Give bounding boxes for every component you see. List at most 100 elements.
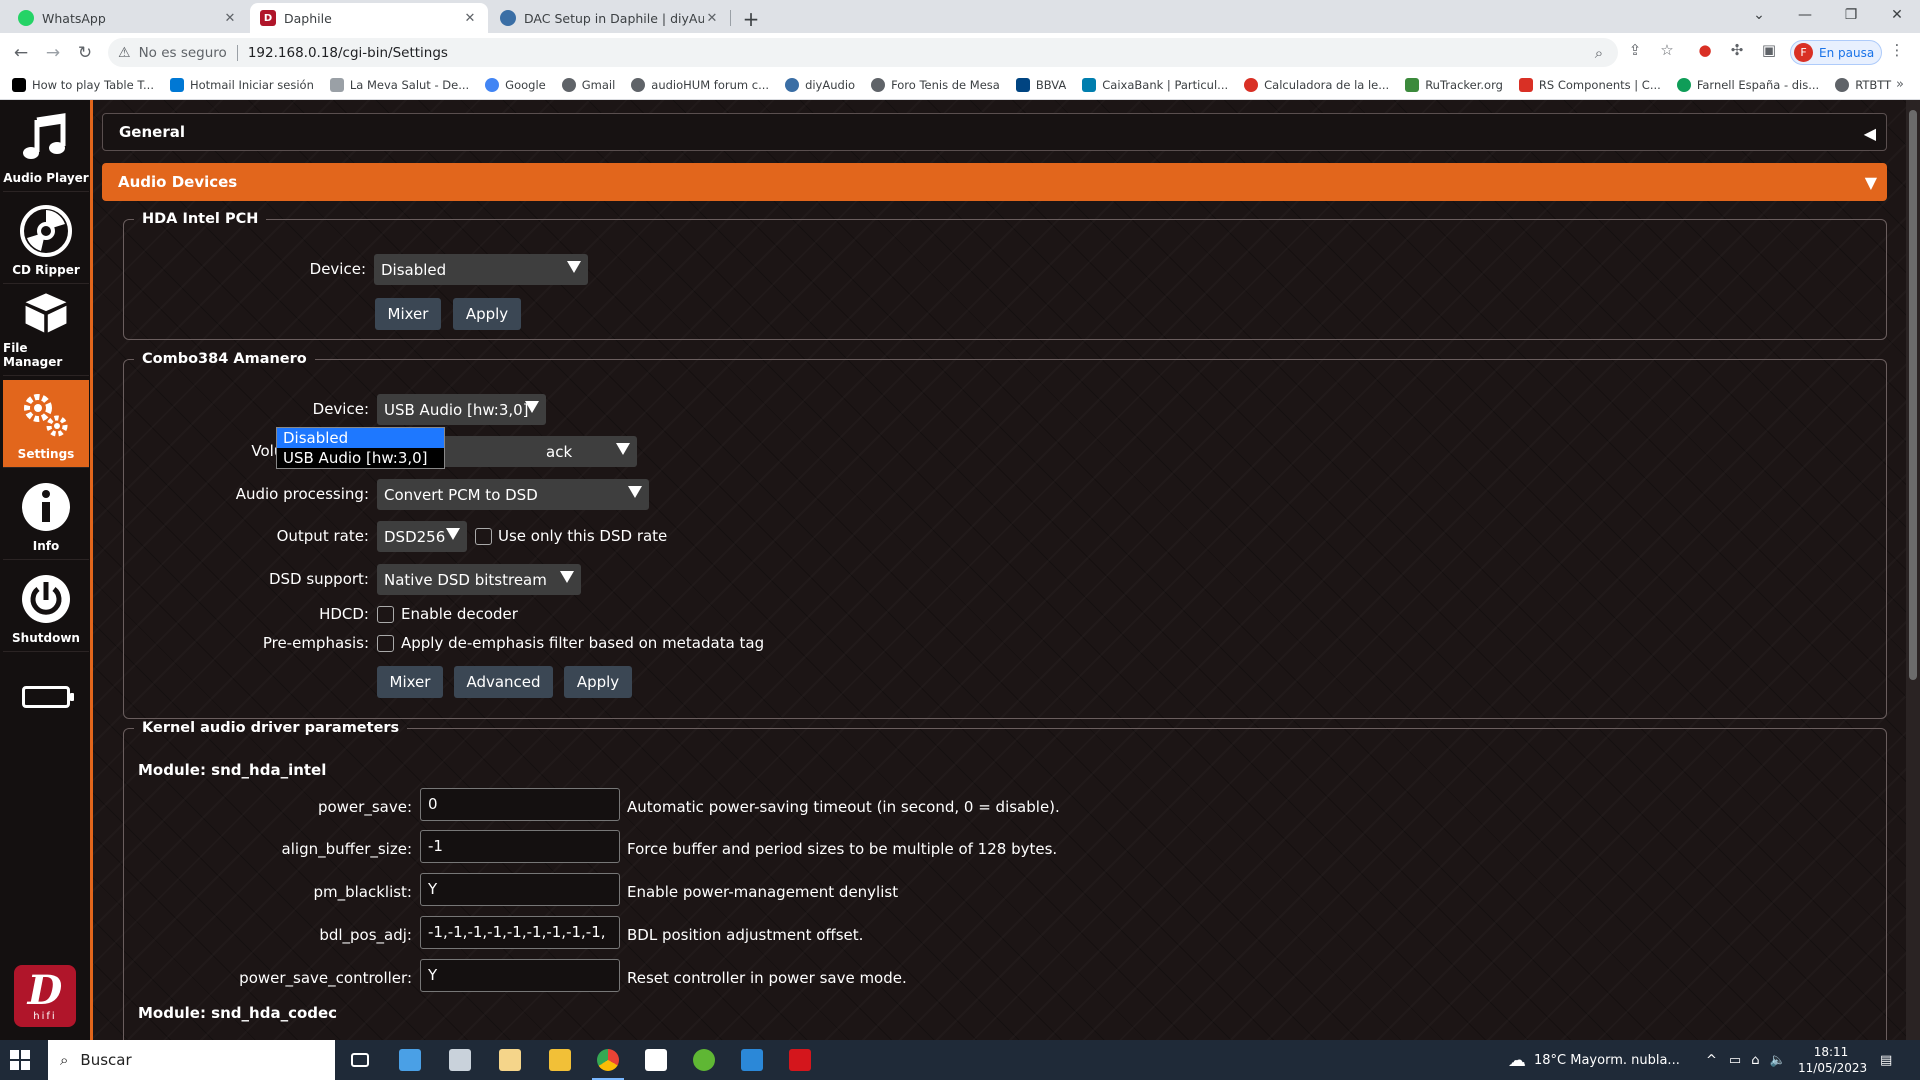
bookmark[interactable]: La Meva Salut - De... [329, 78, 469, 92]
bookmark[interactable]: CaixaBank | Particul... [1082, 78, 1228, 92]
bookmark[interactable]: Hotmail Iniciar sesión [169, 78, 314, 92]
dropdown-option-usb-audio[interactable]: USB Audio [hw:3,0] [277, 448, 444, 468]
dsd-support-select[interactable]: Native DSD bitstream [377, 564, 581, 595]
menu-icon[interactable]: ⋮ [1886, 41, 1908, 59]
bookmark[interactable]: RTBTT [1835, 78, 1891, 92]
address-bar[interactable]: ⚠ No es seguro 192.168.0.18/cgi-bin/Sett… [108, 38, 1618, 67]
minimize-icon[interactable]: — [1782, 0, 1828, 33]
pre-emphasis-checkbox[interactable] [377, 635, 394, 652]
logo-text: hifi [33, 1010, 57, 1022]
combo-advanced-button[interactable]: Advanced [454, 666, 553, 698]
tab-search-icon[interactable]: ⌄ [1736, 0, 1782, 33]
url-text[interactable]: 192.168.0.18/cgi-bin/Settings [248, 45, 448, 61]
utorrent-icon[interactable] [684, 1045, 724, 1075]
dsd-rate-checkbox[interactable] [475, 528, 492, 545]
bookmark[interactable]: audioHUM forum c... [631, 78, 769, 92]
bookmark[interactable]: Gmail [561, 78, 615, 92]
acrobat-icon[interactable] [780, 1045, 820, 1075]
audio-processing-select[interactable]: Convert PCM to DSD [377, 479, 649, 510]
extensions-icon[interactable]: ✣ [1726, 41, 1748, 59]
forward-arrow-icon[interactable]: → [40, 40, 66, 66]
reload-icon[interactable]: ↻ [72, 40, 98, 66]
bookmark[interactable]: Foro Tenis de Mesa [871, 78, 1000, 92]
nav-label: Audio Player [3, 171, 89, 185]
notepad-icon[interactable] [490, 1045, 530, 1075]
align-buffer-size-input[interactable]: -1 [420, 830, 620, 863]
7zip-icon[interactable] [636, 1045, 676, 1075]
bookmark[interactable]: How to play Table T... [12, 78, 154, 92]
close-icon[interactable]: ✕ [222, 11, 238, 26]
hda-apply-button[interactable]: Apply [453, 298, 521, 330]
window-close-icon[interactable]: ✕ [1874, 0, 1920, 33]
nav-label: Settings [17, 447, 75, 461]
triangle-down-icon: ▼ [1864, 173, 1877, 192]
store-icon[interactable] [390, 1045, 430, 1075]
pm-blacklist-input[interactable]: Y [420, 873, 620, 906]
hdcd-checkbox[interactable] [377, 606, 394, 623]
taskbar-clock[interactable]: 18:11 11/05/2023 [1798, 1044, 1867, 1076]
bookmark[interactable]: Farnell España - dis... [1676, 78, 1819, 92]
nav-cd-ripper[interactable]: CD Ripper [3, 196, 89, 284]
output-rate-select[interactable]: DSD256 [377, 521, 467, 552]
profile-button[interactable]: F En pausa [1790, 40, 1882, 65]
nav-audio-player[interactable]: Audio Player [3, 104, 89, 192]
file-explorer-icon[interactable] [540, 1045, 580, 1075]
bookmark[interactable]: Google [485, 78, 546, 92]
windows-start-icon[interactable] [10, 1050, 30, 1070]
close-icon[interactable]: ✕ [462, 11, 478, 26]
combo-device-select[interactable]: USB Audio [hw:3,0] [377, 394, 546, 425]
share-icon[interactable]: ⇪ [1624, 41, 1646, 59]
select-value: DSD256 [384, 527, 446, 546]
weather-widget[interactable]: ☁ 18°C Mayorm. nubla... [1508, 1040, 1680, 1080]
power-save-input[interactable]: 0 [420, 788, 620, 821]
bookmark[interactable]: RuTracker.org [1405, 78, 1503, 92]
page-scrollbar[interactable] [1906, 100, 1920, 1040]
photos-icon[interactable] [732, 1045, 772, 1075]
bdl-pos-adj-input[interactable]: -1,-1,-1,-1,-1,-1,-1,-1,-1, [420, 916, 620, 949]
hda-device-select[interactable]: Disabled [374, 254, 588, 285]
power-save-controller-input[interactable]: Y [420, 959, 620, 992]
scrollbar-thumb[interactable] [1909, 110, 1917, 680]
combo-apply-button[interactable]: Apply [564, 666, 632, 698]
audio-devices-section-header[interactable]: Audio Devices ▼ [102, 163, 1887, 201]
network-icon[interactable]: ▭ [1729, 1053, 1741, 1068]
hda-mixer-button[interactable]: Mixer [375, 298, 441, 330]
combo-mixer-button[interactable]: Mixer [377, 666, 443, 698]
bookmark[interactable]: diyAudio [785, 78, 855, 92]
restore-icon[interactable]: ❐ [1828, 0, 1874, 33]
opera-extension-icon[interactable]: ● [1694, 41, 1716, 59]
volume-icon[interactable]: 🔈 [1769, 1053, 1785, 1068]
bookmark[interactable]: BBVA [1015, 78, 1066, 92]
bookmark-label: RuTracker.org [1425, 78, 1503, 92]
nav-file-manager[interactable]: File Manager [3, 288, 89, 376]
param-label: bdl_pos_adj: [319, 926, 412, 944]
tab-diyaudio[interactable]: DAC Setup in Daphile | diyAudio ✕ [490, 3, 730, 33]
tab-daphile[interactable]: D Daphile ✕ [250, 3, 488, 33]
back-arrow-icon[interactable]: ← [8, 40, 34, 66]
kernel-params-group: Kernel audio driver parameters [123, 720, 1887, 1040]
bookmark[interactable]: RS Components | C... [1518, 78, 1661, 92]
star-icon[interactable]: ☆ [1656, 41, 1678, 59]
app-icon[interactable] [440, 1045, 480, 1075]
notifications-icon[interactable]: ▤ [1880, 1040, 1892, 1080]
chevron-right-icon[interactable]: » [1896, 77, 1904, 92]
task-view-icon[interactable] [340, 1045, 380, 1075]
new-tab-button[interactable]: + [738, 6, 764, 32]
side-panel-icon[interactable]: ▣ [1758, 41, 1780, 59]
close-icon[interactable]: ✕ [704, 11, 720, 26]
chevron-up-icon[interactable]: ^ [1706, 1053, 1717, 1068]
daphile-icon: D [260, 10, 276, 26]
general-section-header[interactable]: General ◀ [102, 113, 1887, 151]
tab-whatsapp[interactable]: WhatsApp ✕ [8, 3, 248, 33]
zoom-icon[interactable]: ⌕ [1588, 44, 1610, 62]
nav-shutdown[interactable]: Shutdown [3, 564, 89, 652]
dropdown-option-disabled[interactable]: Disabled [277, 428, 444, 448]
nav-settings[interactable]: Settings [3, 380, 89, 468]
chrome-icon[interactable] [588, 1045, 628, 1080]
device-icon[interactable]: ⌂ [1751, 1053, 1759, 1068]
bookmark[interactable]: Calculadora de la le... [1244, 78, 1389, 92]
bookmark-icon [329, 78, 344, 92]
nav-info[interactable]: Info [3, 472, 89, 560]
settings-content: General ◀ Audio Devices ▼ HDA Intel PCH … [102, 100, 1902, 1040]
taskbar-search-input[interactable]: ⌕ Buscar [48, 1040, 335, 1080]
